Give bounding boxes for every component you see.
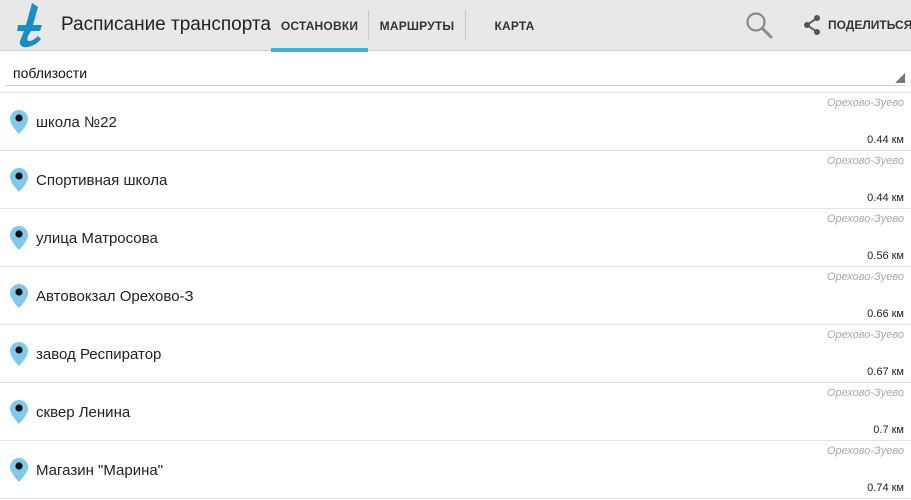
stop-distance: 0.56 км — [867, 250, 904, 262]
stop-city: Орехово-Зуево — [826, 387, 904, 399]
map-pin-icon — [10, 226, 28, 250]
list-item[interactable]: сквер Ленина Орехово-Зуево 0.7 км — [0, 383, 911, 441]
tab-routes[interactable]: МАРШРУТЫ — [369, 0, 465, 51]
map-pin-icon — [10, 284, 28, 308]
spinner-arrow-icon — [895, 73, 905, 83]
stop-name: завод Респиратор — [36, 346, 162, 363]
stop-distance: 0.67 км — [867, 366, 904, 378]
share-label: ПОДЕЛИТЬСЯ — [828, 18, 911, 32]
share-icon — [804, 15, 820, 35]
search-icon — [746, 12, 773, 39]
list-item[interactable]: Магазин "Марина" Орехово-Зуево 0.74 км — [0, 441, 911, 499]
map-pin-icon — [10, 110, 28, 134]
list-item[interactable]: завод Респиратор Орехово-Зуево 0.67 км — [0, 325, 911, 383]
stop-city: Орехово-Зуево — [826, 445, 904, 457]
tab-map-label: КАРТА — [494, 18, 535, 33]
stop-distance: 0.44 км — [867, 192, 904, 204]
stop-name: Магазин "Марина" — [36, 462, 164, 479]
stop-name: Спортивная школа — [36, 172, 168, 189]
stops-list: школа №22 Орехово-Зуево 0.44 км Спортивн… — [0, 92, 911, 499]
tab-map[interactable]: КАРТА — [466, 0, 563, 51]
tab-routes-label: МАРШРУТЫ — [379, 18, 455, 33]
app-title: Расписание транспорта — [61, 14, 271, 35]
stop-name: Автовокзал Орехово-З — [36, 288, 194, 305]
search-button[interactable] — [744, 10, 774, 40]
action-bar: Расписание транспорта ОСТАНОВКИ МАРШРУТЫ… — [0, 0, 911, 52]
map-pin-icon — [10, 400, 28, 424]
stop-distance: 0.44 км — [867, 134, 904, 146]
location-filter-spinner[interactable]: поблизости — [6, 57, 905, 86]
stop-city: Орехово-Зуево — [826, 213, 904, 225]
stop-name: улица Матросова — [36, 230, 158, 247]
stop-distance: 0.66 км — [867, 308, 904, 320]
stop-city: Орехово-Зуево — [826, 271, 904, 283]
stop-distance: 0.7 км — [873, 424, 904, 436]
filter-value: поблизости — [13, 65, 88, 81]
stop-distance: 0.74 км — [867, 482, 904, 494]
stop-city: Орехово-Зуево — [826, 155, 904, 167]
list-item[interactable]: Спортивная школа Орехово-Зуево 0.44 км — [0, 151, 911, 209]
list-item[interactable]: Автовокзал Орехово-З Орехово-Зуево 0.66 … — [0, 267, 911, 325]
tab-stops-label: ОСТАНОВКИ — [280, 18, 359, 33]
stop-city: Орехово-Зуево — [826, 97, 904, 109]
stop-name: сквер Ленина — [36, 404, 131, 421]
tab-stops[interactable]: ОСТАНОВКИ — [271, 0, 368, 52]
map-pin-icon — [10, 168, 28, 192]
map-pin-icon — [10, 342, 28, 366]
list-item[interactable]: улица Матросова Орехово-Зуево 0.56 км — [0, 209, 911, 267]
stop-city: Орехово-Зуево — [826, 329, 904, 341]
share-button[interactable]: ПОДЕЛИТЬСЯ — [802, 12, 911, 38]
t-logo-icon[interactable] — [12, 1, 52, 49]
list-item[interactable]: школа №22 Орехово-Зуево 0.44 км — [0, 93, 911, 151]
map-pin-icon — [10, 458, 28, 482]
stop-name: школа №22 — [36, 114, 117, 131]
